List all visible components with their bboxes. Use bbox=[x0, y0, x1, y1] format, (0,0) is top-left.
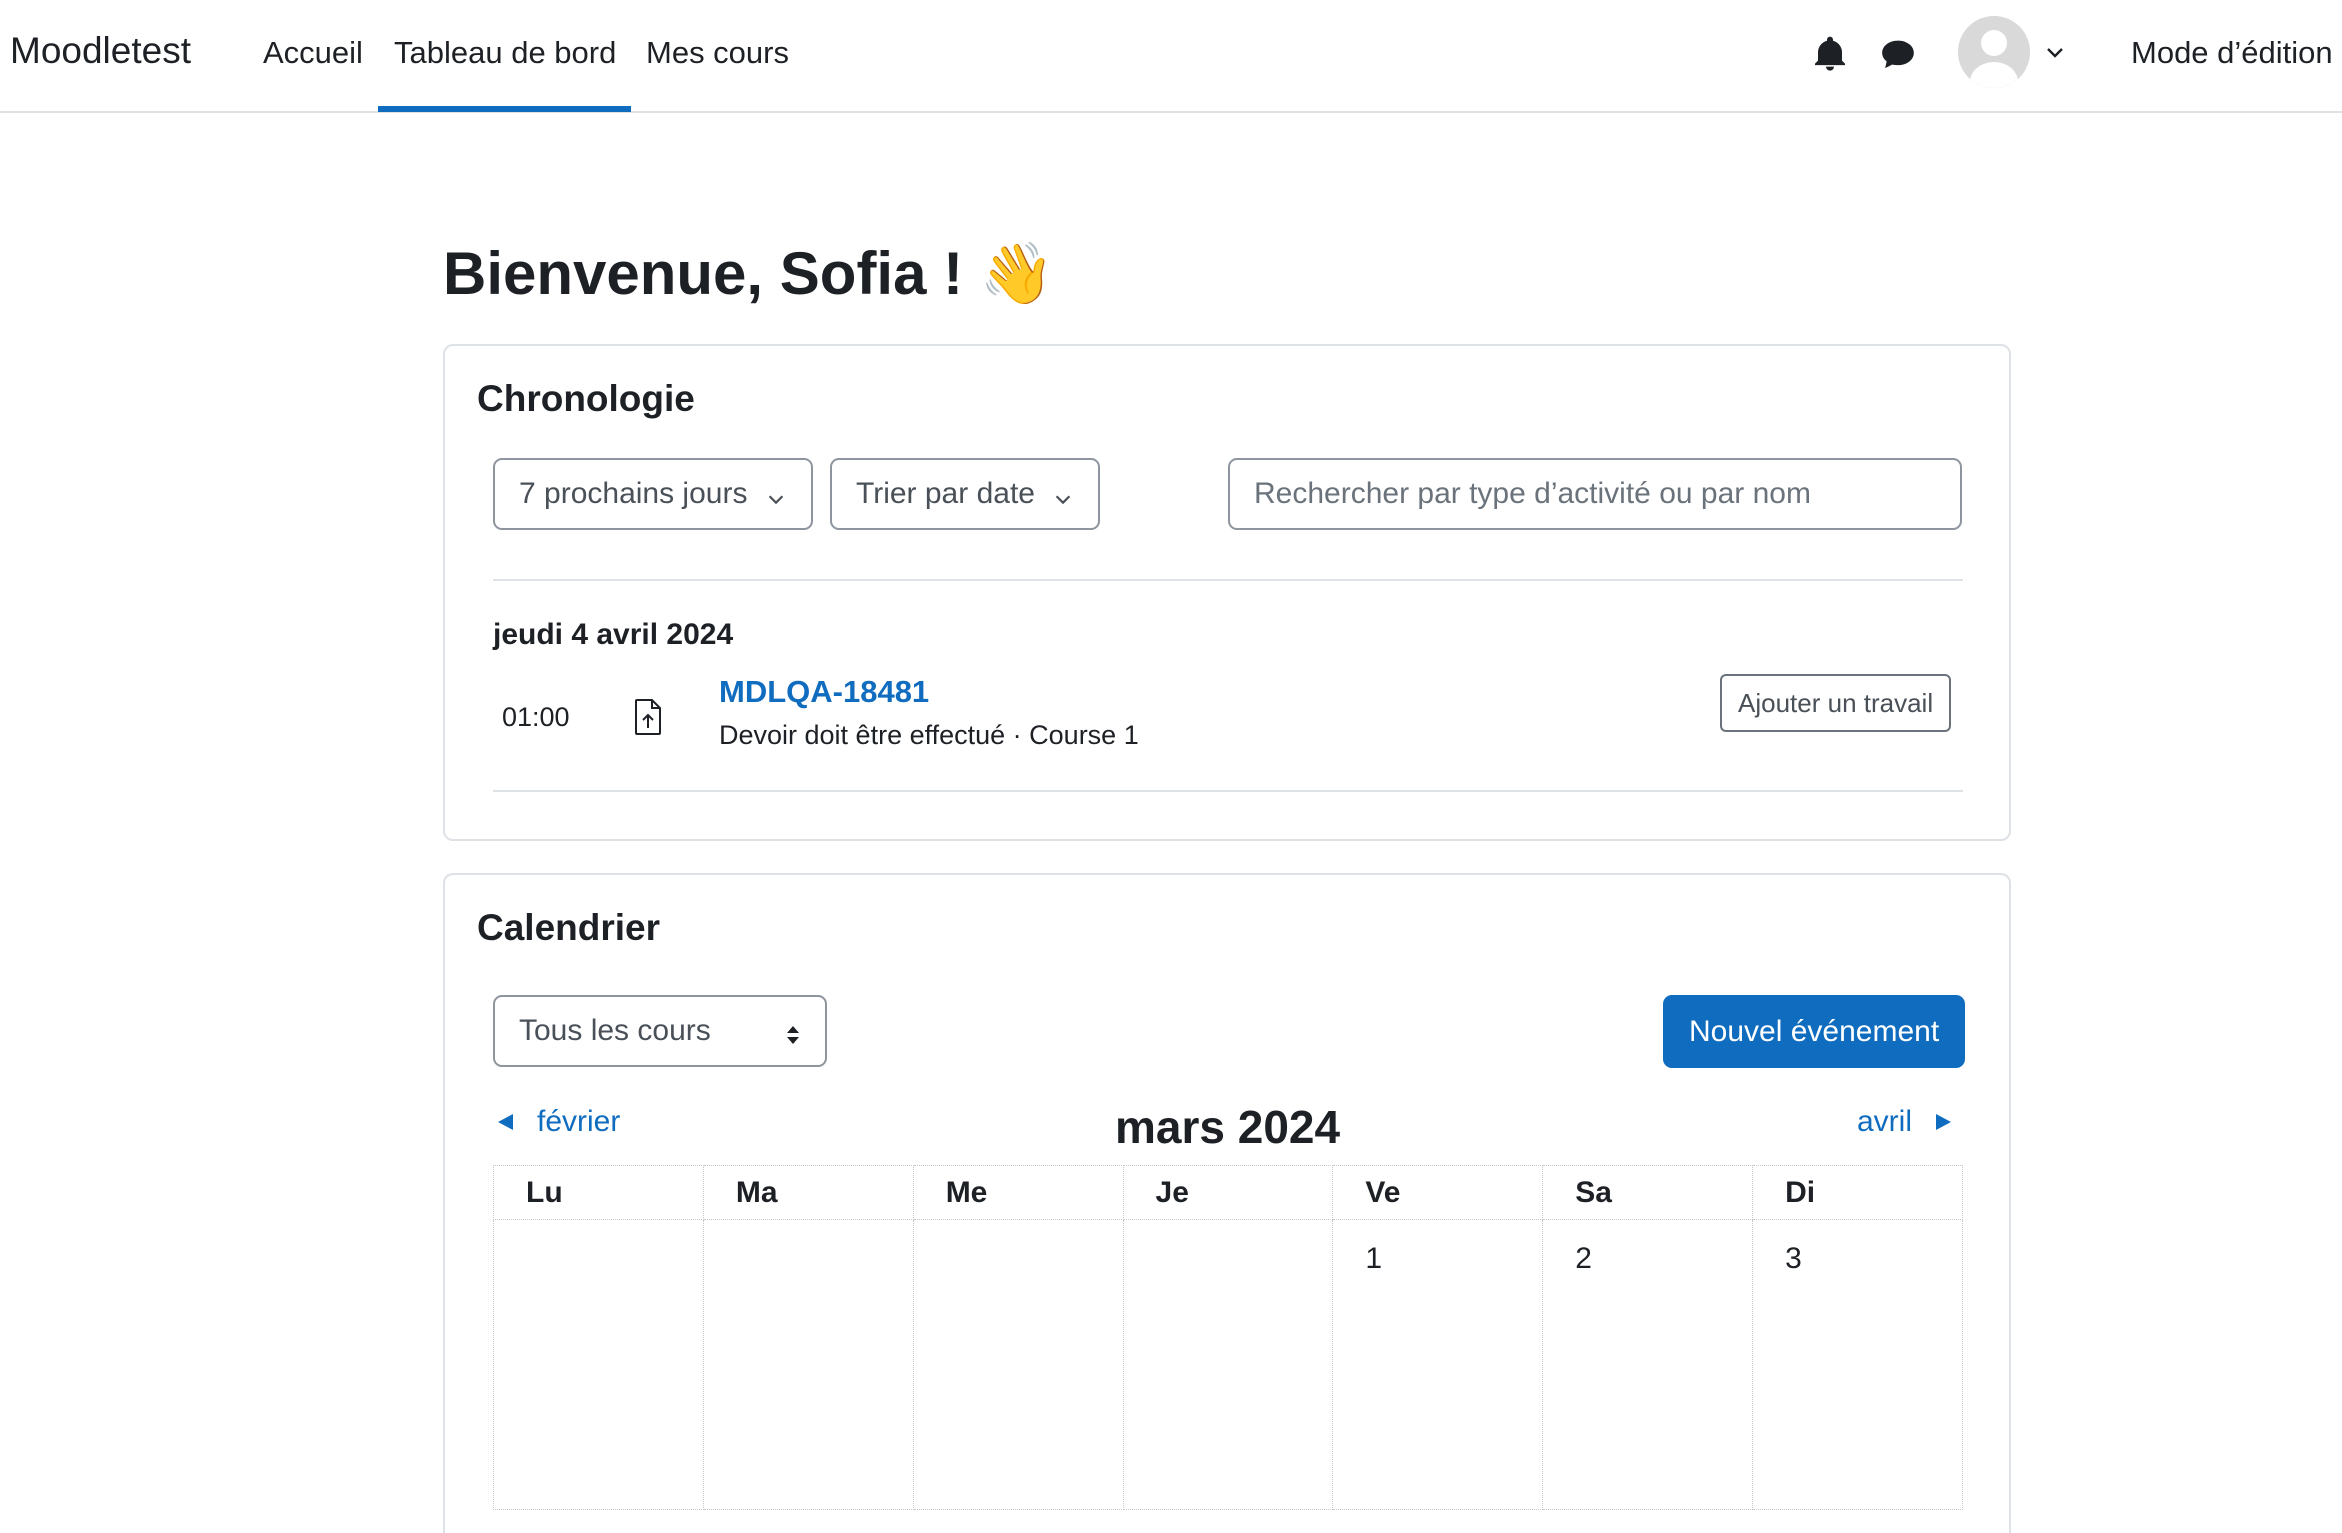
timeline-title: Chronologie bbox=[477, 378, 695, 419]
calendar-day-cell[interactable]: 2 bbox=[1542, 1219, 1754, 1510]
event-name-link[interactable]: MDLQA-18481 bbox=[719, 674, 929, 710]
timeline-sort-label: Trier par date bbox=[856, 477, 1035, 510]
calendar-day-cell-empty bbox=[1122, 1219, 1334, 1510]
timeline-day-filter-label: 7 prochains jours bbox=[519, 477, 748, 510]
calendar-week-row: 1 2 3 bbox=[493, 1219, 1963, 1510]
chevron-down-icon[interactable] bbox=[2043, 40, 2067, 64]
page-title: Bienvenue, Sofia ! 👋 bbox=[443, 238, 1055, 309]
triangle-left-icon bbox=[498, 1114, 513, 1130]
course-filter-label: Tous les cours bbox=[519, 1014, 711, 1047]
calendar-day-cell-empty bbox=[702, 1219, 914, 1510]
timeline-day-filter[interactable]: 7 prochains jours bbox=[493, 458, 813, 530]
edit-mode-toggle[interactable]: Mode d’édition bbox=[2131, 35, 2333, 71]
assignment-upload-icon bbox=[631, 698, 665, 736]
chevron-down-icon bbox=[1052, 484, 1074, 506]
weekday-header-row: Lu Ma Me Je Ve Sa Di bbox=[493, 1165, 1963, 1220]
weekday-header: Sa bbox=[1542, 1165, 1754, 1220]
prev-month-link[interactable]: février bbox=[495, 1105, 620, 1139]
next-month-label: avril bbox=[1857, 1105, 1913, 1138]
calendar-day-cell-empty bbox=[493, 1219, 704, 1510]
course-filter-select[interactable]: Tous les cours bbox=[493, 995, 827, 1067]
current-month-title: mars 2024 bbox=[1115, 1101, 1341, 1153]
weekday-header: Ma bbox=[702, 1165, 914, 1220]
chat-bubble-icon[interactable] bbox=[1878, 34, 1918, 74]
prev-month-label: février bbox=[537, 1105, 621, 1138]
calendar-day-cell[interactable]: 1 bbox=[1332, 1219, 1544, 1510]
divider bbox=[493, 790, 1963, 792]
weekday-header: Je bbox=[1122, 1165, 1334, 1220]
welcome-text: Bienvenue, Sofia ! bbox=[443, 240, 964, 307]
site-brand[interactable]: Moodletest bbox=[10, 30, 191, 72]
timeline-block: Chronologie 7 prochains jours Trier par … bbox=[443, 344, 2011, 841]
waving-hand-emoji: 👋 bbox=[979, 240, 1055, 307]
triangle-right-icon bbox=[1936, 1114, 1952, 1130]
top-navbar: Moodletest Accueil Tableau de bord Mes c… bbox=[0, 0, 2342, 113]
chevron-down-icon bbox=[765, 484, 787, 506]
calendar-day-cell[interactable]: 3 bbox=[1752, 1219, 1963, 1510]
sort-updown-icon bbox=[785, 1021, 801, 1045]
event-time: 01:00 bbox=[502, 702, 570, 732]
add-submission-button[interactable]: Ajouter un travail bbox=[1720, 674, 1952, 732]
calendar-month-grid: Lu Ma Me Je Ve Sa Di 1 2 3 bbox=[493, 1165, 1963, 1510]
user-avatar[interactable] bbox=[1958, 16, 2030, 88]
weekday-header: Ve bbox=[1332, 1165, 1544, 1220]
nav-my-courses[interactable]: Mes cours bbox=[646, 35, 789, 71]
timeline-sort-filter[interactable]: Trier par date bbox=[830, 458, 1100, 530]
event-subtitle: Devoir doit être effectué · Course 1 bbox=[719, 720, 1139, 750]
weekday-header: Di bbox=[1752, 1165, 1963, 1220]
divider bbox=[493, 579, 1963, 581]
calendar-title: Calendrier bbox=[477, 907, 661, 948]
active-tab-indicator bbox=[378, 106, 631, 112]
next-month-link[interactable]: avril bbox=[1857, 1105, 1954, 1139]
weekday-header: Me bbox=[912, 1165, 1124, 1220]
new-event-button[interactable]: Nouvel événement bbox=[1663, 995, 1966, 1068]
timeline-search-input[interactable] bbox=[1228, 458, 1962, 530]
calendar-day-cell-empty bbox=[912, 1219, 1124, 1510]
nav-dashboard[interactable]: Tableau de bord bbox=[394, 35, 616, 71]
weekday-header: Lu bbox=[493, 1165, 704, 1220]
timeline-date-heading: jeudi 4 avril 2024 bbox=[493, 618, 734, 651]
bell-icon[interactable] bbox=[1810, 34, 1850, 74]
nav-home[interactable]: Accueil bbox=[263, 35, 363, 71]
